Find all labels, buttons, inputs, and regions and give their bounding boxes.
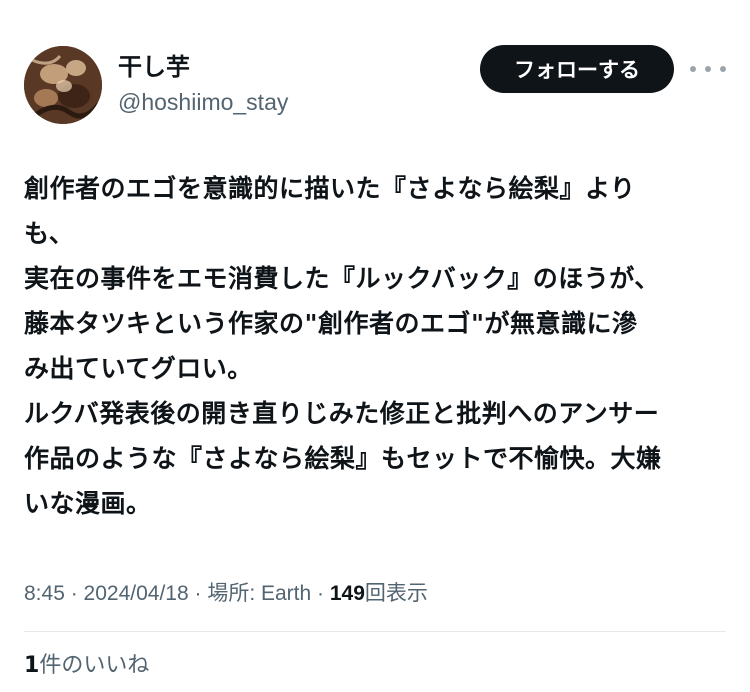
dot xyxy=(690,66,696,72)
tweet-line: 実在の事件をエモ消費した『ルックバック』のほうが、 xyxy=(24,264,660,293)
views-count: 149 xyxy=(329,582,365,605)
separator: · xyxy=(188,582,208,605)
tweet-time[interactable]: 8:45 xyxy=(24,582,65,605)
tweet-line: 藤本タツキという作家の"創作者のエゴ"が無意識に滲 xyxy=(24,309,638,338)
display-name[interactable]: 干し芋 xyxy=(118,52,190,82)
tweet-line: 創作者のエゴを意識的に描いた『さよなら絵梨』より xyxy=(24,174,636,203)
tweet-line: も、 xyxy=(24,219,75,248)
tweet-date[interactable]: 2024/04/18 xyxy=(84,582,189,605)
likes-label: 件のいいね xyxy=(39,653,150,678)
dot xyxy=(720,66,726,72)
more-options-icon[interactable] xyxy=(690,56,726,82)
user-handle[interactable]: @hoshiimo_stay xyxy=(118,88,288,116)
avatar[interactable] xyxy=(24,46,102,124)
user-avatar-icon xyxy=(24,46,102,124)
tweet-line: ルクバ発表後の開き直りじみた修正と批判へのアンサー xyxy=(24,399,660,428)
tweet-line: み出ていてグロい。 xyxy=(24,354,253,383)
dot xyxy=(705,66,711,72)
tweet-line: 作品のような『さよなら絵梨』もセットで不愉快。大嫌 xyxy=(24,444,662,473)
tweet-line: いな漫画。 xyxy=(24,489,152,518)
divider xyxy=(24,631,726,632)
separator: · xyxy=(64,582,84,605)
likes-link[interactable]: 1件のいいね xyxy=(24,650,149,682)
tweet-location: 場所: Earth xyxy=(207,582,312,605)
tweet-text: 創作者のエゴを意識的に描いた『さよなら絵梨』より も、 実在の事件をエモ消費した… xyxy=(24,166,730,526)
separator: · xyxy=(311,582,330,605)
likes-count: 1 xyxy=(24,653,40,678)
follow-button[interactable]: フォローする xyxy=(480,45,674,93)
tweet-metadata: 8:45 · 2024/04/18 · 場所: Earth · 149回表示 xyxy=(24,578,428,610)
views-label: 回表示 xyxy=(364,582,428,605)
